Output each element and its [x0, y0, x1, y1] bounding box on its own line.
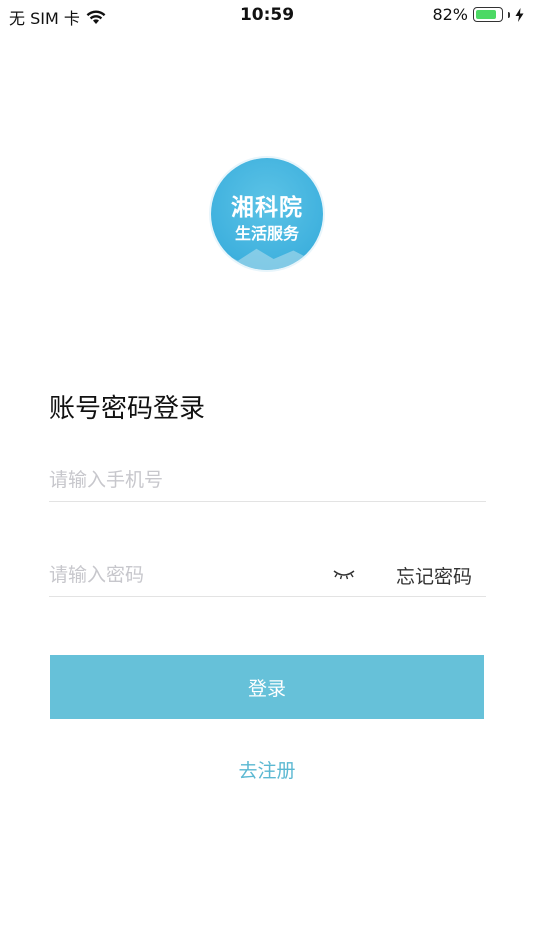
password-field-row: 忘记密码 — [49, 554, 486, 597]
battery-indicator: 82% — [432, 5, 524, 24]
login-button[interactable]: 登录 — [50, 655, 484, 719]
charging-bolt-icon — [515, 7, 524, 22]
logo-text-line2: 生活服务 — [234, 224, 299, 243]
forgot-password-link[interactable]: 忘记密码 — [396, 562, 472, 589]
password-input[interactable] — [49, 554, 319, 596]
phone-input[interactable] — [49, 459, 486, 501]
register-link[interactable]: 去注册 — [0, 756, 534, 783]
status-bar: 无 SIM 卡 10:59 82% — [0, 0, 534, 32]
phone-field-row — [49, 459, 486, 502]
logo-text-line1: 湘科院 — [231, 195, 303, 221]
battery-cap — [508, 11, 510, 18]
login-title: 账号密码登录 — [49, 394, 206, 424]
battery-fill — [476, 10, 496, 19]
battery-percent: 82% — [432, 5, 468, 24]
eye-closed-icon[interactable] — [332, 566, 356, 582]
app-logo: 湘科院 生活服务 — [211, 158, 323, 270]
logo-mountain-graphic — [211, 248, 323, 270]
battery-icon — [473, 7, 503, 22]
